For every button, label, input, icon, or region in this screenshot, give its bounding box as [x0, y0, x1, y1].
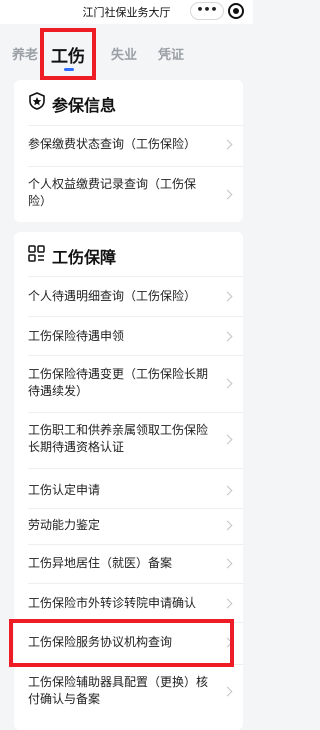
app-header: 江门社保业务大厅 •••	[0, 0, 253, 24]
divider	[28, 508, 243, 509]
chevron-right-icon	[222, 378, 233, 389]
divider	[28, 468, 243, 469]
divider	[28, 544, 243, 545]
chevron-right-icon	[222, 434, 233, 445]
insurance-info-card: 参保信息 参保缴费状态查询（工伤保险） 个人权益缴费记录查询（工伤保险）	[14, 80, 243, 222]
chevron-right-icon	[222, 686, 233, 697]
list-item-label: 工伤保险辅助器具配置（更换）核付确认与备案	[28, 675, 209, 706]
list-item-label: 工伤异地居住（就医）备案	[28, 556, 173, 570]
list-item-label: 工伤保险待遇申领	[28, 329, 125, 343]
shield-icon	[29, 92, 45, 110]
list-item-label: 工伤职工和供养亲属领取工伤保险长期待遇资格认证	[28, 423, 209, 454]
tab-certificate[interactable]: 凭证	[158, 44, 184, 63]
card-title: 参保信息	[52, 96, 117, 115]
divider	[28, 583, 243, 584]
chevron-right-icon	[222, 189, 233, 200]
list-item-label: 参保缴费状态查询（工伤保险）	[28, 137, 197, 151]
divider	[28, 166, 243, 167]
divider	[28, 276, 243, 277]
list-item-label: 工伤认定申请	[28, 483, 101, 497]
grid-icon	[28, 245, 45, 262]
list-item-label: 个人权益缴费记录查询（工伤保险）	[28, 177, 197, 208]
divider	[28, 355, 243, 356]
tab-work-injury[interactable]: 工伤	[40, 28, 96, 80]
tab-unemployment[interactable]: 失业	[111, 44, 137, 63]
divider	[28, 316, 243, 317]
card-title: 工伤保障	[52, 248, 117, 267]
divider	[28, 125, 243, 126]
list-item-label: 个人待遇明细查询（工伤保险）	[28, 289, 197, 303]
list-item-label: 工伤保险待遇变更（工伤保险长期待遇续发）	[28, 367, 209, 398]
tab-work-injury-label: 工伤	[51, 47, 85, 67]
more-menu-button[interactable]: •••	[190, 2, 224, 20]
list-item-label: 工伤保险市外转诊转院申请确认	[28, 596, 197, 610]
close-target-icon[interactable]	[228, 3, 244, 19]
highlight-box	[9, 619, 234, 667]
tab-pension[interactable]: 养老	[12, 44, 38, 63]
list-item-label: 劳动能力鉴定	[28, 518, 101, 532]
tab-bar: 养老 工伤 失业 凭证	[0, 24, 253, 84]
active-tab-indicator	[64, 68, 74, 71]
divider	[28, 412, 243, 413]
